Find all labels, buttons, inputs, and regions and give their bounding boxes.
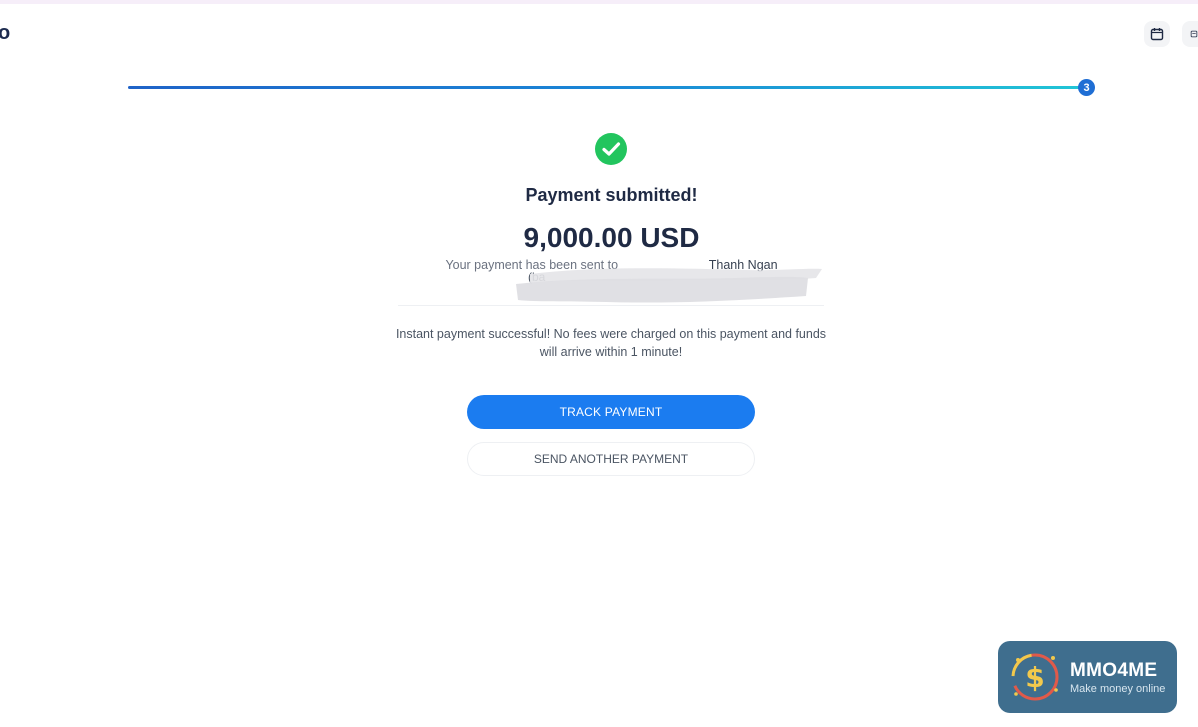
page-title: Payment submitted! <box>525 185 698 205</box>
svg-text:$: $ <box>1025 661 1044 694</box>
progress-step-indicator: 3 <box>1078 79 1095 96</box>
progress-bar <box>128 86 1088 89</box>
payment-note: Instant payment successful! No fees were… <box>395 327 827 359</box>
track-payment-button[interactable]: TRACK PAYMENT <box>467 395 755 429</box>
send-another-payment-button[interactable]: SEND ANOTHER PAYMENT <box>467 442 755 476</box>
top-border <box>0 0 1198 4</box>
calendar-icon[interactable] <box>1144 21 1170 47</box>
watermark-title: MMO4ME <box>1070 659 1158 681</box>
watermark-badge: $ MMO4ME Make money online <box>998 641 1177 713</box>
payment-amount: 9,000.00 USD <box>523 222 700 253</box>
receipt-icon[interactable] <box>1182 21 1198 47</box>
dollar-logo-icon: $ <box>1011 653 1059 701</box>
watermark-subtitle: Make money online <box>1070 682 1166 695</box>
section-divider <box>398 305 824 306</box>
success-check-icon <box>595 133 627 165</box>
brand-logo[interactable]: o <box>0 22 10 45</box>
redaction-scribble <box>516 268 822 303</box>
